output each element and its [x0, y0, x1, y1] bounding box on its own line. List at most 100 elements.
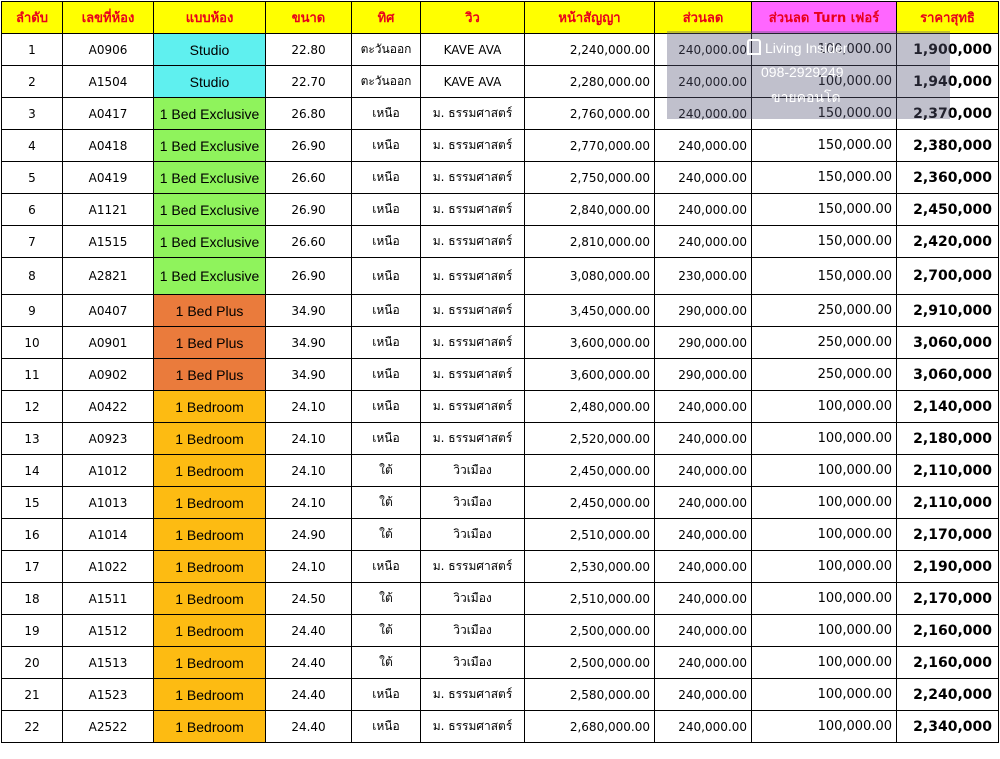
cell-no[interactable]: 11: [1, 358, 63, 391]
cell-no[interactable]: 2: [1, 65, 63, 98]
cell-direction[interactable]: เหนือ: [351, 193, 421, 226]
header-turn-discount[interactable]: ส่วนลด Turn เฟอร์: [751, 1, 897, 34]
table-row[interactable]: 5 A0419 1 Bed Exclusive 26.60 เหนือ ม. ธรรมศา…: [1, 161, 999, 194]
cell-unit[interactable]: A0418: [62, 129, 154, 162]
cell-view[interactable]: วิวเมือง: [420, 614, 525, 647]
cell-no[interactable]: 14: [1, 454, 63, 487]
cell-no[interactable]: 3: [1, 97, 63, 130]
cell-discount[interactable]: 240,000.00: [654, 486, 752, 519]
cell-net-price[interactable]: 2,910,000: [896, 294, 999, 327]
cell-type[interactable]: Studio: [153, 65, 266, 98]
cell-unit[interactable]: A0906: [62, 33, 154, 66]
table-row[interactable]: 21 A1523 1 Bedroom 24.40 เหนือ ม. ธรรมศาสตร์ 2…: [1, 678, 999, 711]
cell-view[interactable]: ม. ธรรมศาสตร์: [420, 193, 525, 226]
cell-turn-discount[interactable]: 250,000.00: [751, 358, 897, 391]
cell-view[interactable]: วิวเมือง: [420, 454, 525, 487]
cell-contract-price[interactable]: 2,760,000.00: [524, 97, 655, 130]
cell-discount[interactable]: 240,000.00: [654, 225, 752, 258]
cell-no[interactable]: 17: [1, 550, 63, 583]
cell-no[interactable]: 5: [1, 161, 63, 194]
cell-direction[interactable]: เหนือ: [351, 326, 421, 359]
cell-discount[interactable]: 240,000.00: [654, 193, 752, 226]
cell-no[interactable]: 16: [1, 518, 63, 551]
cell-view[interactable]: วิวเมือง: [420, 486, 525, 519]
cell-type[interactable]: 1 Bed Plus: [153, 358, 266, 391]
cell-unit[interactable]: A0901: [62, 326, 154, 359]
cell-turn-discount[interactable]: 150,000.00: [751, 161, 897, 194]
cell-discount[interactable]: 240,000.00: [654, 678, 752, 711]
cell-discount[interactable]: 240,000.00: [654, 422, 752, 455]
cell-turn-discount[interactable]: 100,000.00: [751, 710, 897, 743]
table-row[interactable]: 11 A0902 1 Bed Plus 34.90 เหนือ ม. ธรรมศาสตร์…: [1, 358, 999, 391]
cell-contract-price[interactable]: 2,810,000.00: [524, 225, 655, 258]
table-row[interactable]: 13 A0923 1 Bedroom 24.10 เหนือ ม. ธรรมศาสตร์ 2…: [1, 422, 999, 455]
cell-view[interactable]: ม. ธรรมศาสตร์: [420, 161, 525, 194]
cell-contract-price[interactable]: 2,530,000.00: [524, 550, 655, 583]
cell-size[interactable]: 34.90: [265, 358, 352, 391]
table-row[interactable]: 18 A1511 1 Bedroom 24.50 ใต้ วิวเมือง 2,510,00…: [1, 582, 999, 615]
cell-size[interactable]: 24.40: [265, 710, 352, 743]
cell-turn-discount[interactable]: 100,000.00: [751, 614, 897, 647]
cell-contract-price[interactable]: 2,510,000.00: [524, 518, 655, 551]
header-no[interactable]: ลำดับ: [1, 1, 63, 34]
cell-view[interactable]: วิวเมือง: [420, 582, 525, 615]
cell-view[interactable]: ม. ธรรมศาสตร์: [420, 129, 525, 162]
cell-net-price[interactable]: 3,060,000: [896, 358, 999, 391]
cell-size[interactable]: 26.60: [265, 225, 352, 258]
cell-direction[interactable]: ใต้: [351, 646, 421, 679]
cell-view[interactable]: ม. ธรรมศาสตร์: [420, 358, 525, 391]
cell-no[interactable]: 7: [1, 225, 63, 258]
cell-direction[interactable]: เหนือ: [351, 390, 421, 423]
cell-size[interactable]: 24.40: [265, 678, 352, 711]
cell-net-price[interactable]: 2,180,000: [896, 422, 999, 455]
cell-contract-price[interactable]: 2,240,000.00: [524, 33, 655, 66]
cell-contract-price[interactable]: 2,450,000.00: [524, 454, 655, 487]
cell-contract-price[interactable]: 2,840,000.00: [524, 193, 655, 226]
cell-view[interactable]: ม. ธรรมศาสตร์: [420, 326, 525, 359]
cell-net-price[interactable]: 2,160,000: [896, 646, 999, 679]
cell-turn-discount[interactable]: 100,000.00: [751, 550, 897, 583]
cell-turn-discount[interactable]: 100,000.00: [751, 646, 897, 679]
cell-discount[interactable]: 240,000.00: [654, 161, 752, 194]
cell-direction[interactable]: เหนือ: [351, 358, 421, 391]
table-row[interactable]: 14 A1012 1 Bedroom 24.10 ใต้ วิวเมือง 2,450,00…: [1, 454, 999, 487]
header-unit[interactable]: เลขที่ห้อง: [62, 1, 154, 34]
table-row[interactable]: 9 A0407 1 Bed Plus 34.90 เหนือ ม. ธรรมศาสตร์ 3…: [1, 294, 999, 327]
cell-unit[interactable]: A1513: [62, 646, 154, 679]
cell-turn-discount[interactable]: 150,000.00: [751, 193, 897, 226]
cell-contract-price[interactable]: 2,510,000.00: [524, 582, 655, 615]
cell-contract-price[interactable]: 3,600,000.00: [524, 326, 655, 359]
cell-type[interactable]: 1 Bed Exclusive: [153, 161, 266, 194]
cell-discount[interactable]: 230,000.00: [654, 257, 752, 295]
cell-no[interactable]: 12: [1, 390, 63, 423]
cell-size[interactable]: 26.60: [265, 161, 352, 194]
cell-no[interactable]: 19: [1, 614, 63, 647]
header-type[interactable]: แบบห้อง: [153, 1, 266, 34]
table-row[interactable]: 7 A1515 1 Bed Exclusive 26.60 เหนือ ม. ธรรมศา…: [1, 225, 999, 258]
cell-type[interactable]: 1 Bedroom: [153, 582, 266, 615]
header-net-price[interactable]: ราคาสุทธิ: [896, 1, 999, 34]
cell-no[interactable]: 1: [1, 33, 63, 66]
cell-contract-price[interactable]: 2,480,000.00: [524, 390, 655, 423]
cell-discount[interactable]: 240,000.00: [654, 582, 752, 615]
cell-size[interactable]: 24.40: [265, 614, 352, 647]
cell-unit[interactable]: A0902: [62, 358, 154, 391]
cell-unit[interactable]: A1121: [62, 193, 154, 226]
cell-turn-discount[interactable]: 100,000.00: [751, 678, 897, 711]
cell-turn-discount[interactable]: 100,000.00: [751, 390, 897, 423]
cell-turn-discount[interactable]: 100,000.00: [751, 518, 897, 551]
cell-unit[interactable]: A1013: [62, 486, 154, 519]
cell-view[interactable]: KAVE AVA: [420, 65, 525, 98]
cell-contract-price[interactable]: 2,500,000.00: [524, 614, 655, 647]
cell-no[interactable]: 18: [1, 582, 63, 615]
cell-turn-discount[interactable]: 100,000.00: [751, 454, 897, 487]
cell-discount[interactable]: 240,000.00: [654, 33, 752, 66]
table-row[interactable]: 16 A1014 1 Bedroom 24.90 ใต้ วิวเมือง 2,510,00…: [1, 518, 999, 551]
cell-unit[interactable]: A0407: [62, 294, 154, 327]
cell-view[interactable]: ม. ธรรมศาสตร์: [420, 225, 525, 258]
cell-discount[interactable]: 240,000.00: [654, 129, 752, 162]
cell-type[interactable]: 1 Bedroom: [153, 422, 266, 455]
cell-direction[interactable]: เหนือ: [351, 422, 421, 455]
cell-unit[interactable]: A1515: [62, 225, 154, 258]
cell-net-price[interactable]: 2,190,000: [896, 550, 999, 583]
